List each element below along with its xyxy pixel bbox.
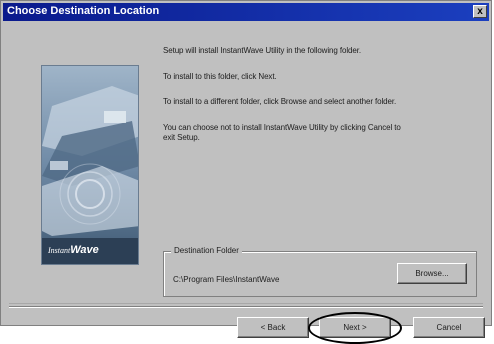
intro-text: Setup will install InstantWave Utility i… — [163, 46, 361, 55]
destination-folder-label: Destination Folder — [171, 246, 242, 255]
window-title: Choose Destination Location — [7, 5, 160, 17]
banner-image: InstantWave — [41, 65, 139, 265]
cancel-button[interactable]: Cancel — [413, 317, 485, 338]
brand-prefix: Instant — [48, 246, 71, 255]
browse-instruction-text: To install to a different folder, click … — [163, 97, 397, 106]
cancel-instruction-text-2: exit Setup. — [163, 133, 200, 142]
destination-path: C:\Program Files\InstantWave — [173, 275, 280, 284]
separator-upper — [9, 303, 483, 304]
brand-word: Wave — [70, 244, 99, 256]
browse-button[interactable]: Browse... — [397, 263, 467, 284]
brand-logo: InstantWave — [48, 244, 99, 256]
setup-dialog: Choose Destination Location x InstantWav… — [0, 0, 492, 338]
back-button[interactable]: < Back — [237, 317, 309, 338]
annotation-ring — [308, 312, 402, 344]
title-bar: Choose Destination Location x — [3, 3, 489, 21]
separator — [9, 306, 483, 308]
next-instruction-text: To install to this folder, click Next. — [163, 72, 277, 81]
close-button[interactable]: x — [473, 5, 487, 18]
